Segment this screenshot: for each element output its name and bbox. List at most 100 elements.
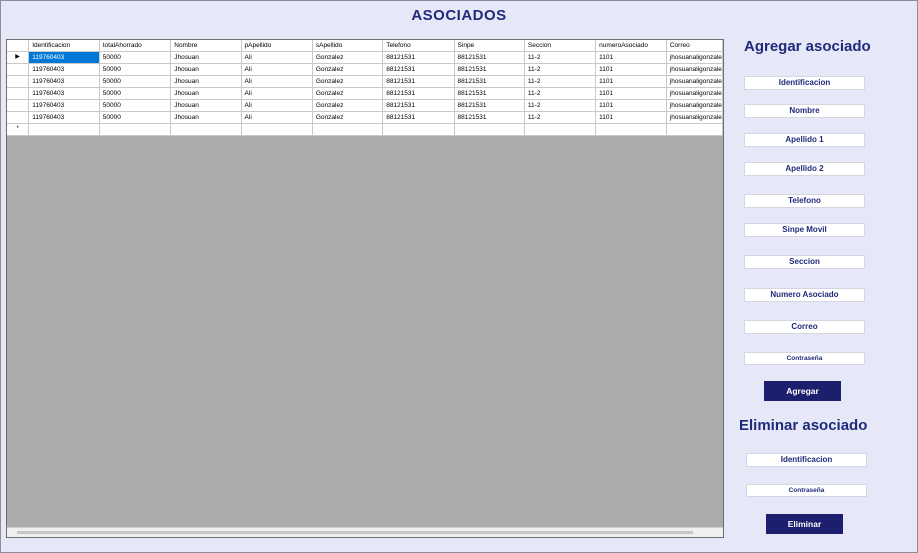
- correo-field[interactable]: Correo: [744, 320, 865, 334]
- contrasena-field[interactable]: Contraseña: [744, 352, 865, 365]
- table-cell[interactable]: [28, 123, 100, 136]
- table-cell[interactable]: [454, 123, 525, 136]
- table-cell[interactable]: Jhosuan: [170, 111, 242, 124]
- new-row-marker[interactable]: *: [7, 123, 30, 136]
- table-cell[interactable]: 88121531: [382, 111, 455, 124]
- column-header[interactable]: Identificacion: [28, 40, 100, 52]
- table-cell[interactable]: jhosuanaligonzale: [666, 75, 723, 88]
- table-cell[interactable]: 88121531: [454, 75, 525, 88]
- table-cell[interactable]: 119760403: [28, 99, 100, 112]
- column-header[interactable]: Sinpe: [454, 40, 525, 52]
- table-cell[interactable]: 50000: [99, 63, 172, 76]
- row-header[interactable]: [7, 63, 30, 76]
- table-row[interactable]: 119760403 50000 Jhosuan Ali Gonzalez 88121531…: [7, 63, 723, 76]
- table-cell[interactable]: Jhosuan: [170, 99, 242, 112]
- table-cell[interactable]: Jhosuan: [170, 87, 242, 100]
- table-cell[interactable]: Gonzalez: [312, 99, 384, 112]
- apellido2-field[interactable]: Apellido 2: [744, 162, 865, 176]
- table-cell[interactable]: Ali: [241, 63, 313, 76]
- telefono-field[interactable]: Telefono: [744, 194, 865, 208]
- row-header[interactable]: [7, 75, 30, 88]
- table-cell[interactable]: Jhosuan: [170, 75, 242, 88]
- column-header[interactable]: pApellido: [241, 40, 313, 52]
- identificacion-field[interactable]: Identificacion: [744, 76, 865, 90]
- table-cell[interactable]: Ali: [241, 99, 313, 112]
- table-cell[interactable]: 88121531: [454, 99, 525, 112]
- table-cell[interactable]: 11-2: [524, 99, 597, 112]
- table-cell[interactable]: 88121531: [382, 75, 455, 88]
- table-cell[interactable]: 11-2: [524, 75, 597, 88]
- table-cell[interactable]: jhosuanaligonzale: [666, 51, 723, 64]
- table-cell[interactable]: 1101: [595, 51, 667, 64]
- seccion-field[interactable]: Seccion: [744, 255, 865, 269]
- new-row[interactable]: *: [7, 123, 723, 136]
- table-cell[interactable]: Ali: [241, 75, 313, 88]
- table-cell[interactable]: Gonzalez: [312, 75, 384, 88]
- nombre-field[interactable]: Nombre: [744, 104, 865, 118]
- table-cell[interactable]: 88121531: [454, 111, 525, 124]
- table-row[interactable]: 119760403 50000 Jhosuan Ali Gonzalez 88121531…: [7, 87, 723, 100]
- column-header[interactable]: Telefono: [382, 40, 455, 52]
- column-header[interactable]: numeroAsociado: [595, 40, 667, 52]
- table-cell[interactable]: 119760403: [28, 63, 100, 76]
- row-header[interactable]: [7, 111, 30, 124]
- column-header[interactable]: Nombre: [170, 40, 242, 52]
- table-cell[interactable]: 88121531: [454, 51, 525, 64]
- column-header[interactable]: totalAhorrado: [99, 40, 172, 52]
- table-cell[interactable]: 11-2: [524, 87, 597, 100]
- table-cell[interactable]: 1101: [595, 99, 667, 112]
- table-cell[interactable]: 1101: [595, 63, 667, 76]
- table-cell[interactable]: Gonzalez: [312, 87, 384, 100]
- column-header[interactable]: Correo: [666, 40, 723, 52]
- table-cell[interactable]: Ali: [241, 111, 313, 124]
- numero-asociado-field[interactable]: Numero Asociado: [744, 288, 865, 302]
- table-cell[interactable]: 50000: [99, 99, 172, 112]
- table-cell[interactable]: 119760403: [28, 51, 100, 64]
- table-cell[interactable]: 50000: [99, 75, 172, 88]
- table-cell[interactable]: [99, 123, 172, 136]
- table-cell[interactable]: 88121531: [382, 87, 455, 100]
- column-header[interactable]: sApellido: [312, 40, 384, 52]
- table-cell[interactable]: [524, 123, 597, 136]
- associates-grid[interactable]: Identificacion totalAhorrado Nombre pApe…: [6, 39, 724, 538]
- table-cell[interactable]: 11-2: [524, 111, 597, 124]
- table-cell[interactable]: 50000: [99, 87, 172, 100]
- table-cell[interactable]: Jhosuan: [170, 51, 242, 64]
- table-cell[interactable]: [382, 123, 455, 136]
- table-cell[interactable]: 11-2: [524, 63, 597, 76]
- table-cell[interactable]: 1101: [595, 87, 667, 100]
- table-cell[interactable]: jhosuanaligonzale: [666, 111, 723, 124]
- table-cell[interactable]: [595, 123, 667, 136]
- eliminar-contrasena-field[interactable]: Contraseña: [746, 484, 867, 497]
- table-cell[interactable]: 88121531: [382, 51, 455, 64]
- table-cell[interactable]: [312, 123, 384, 136]
- table-cell[interactable]: 88121531: [454, 87, 525, 100]
- table-row[interactable]: ▶ 119760403 50000 Jhosuan Ali Gonzalez 8812153…: [7, 51, 723, 64]
- column-header[interactable]: Seccion: [524, 40, 597, 52]
- table-cell[interactable]: Gonzalez: [312, 51, 384, 64]
- table-cell[interactable]: Gonzalez: [312, 63, 384, 76]
- table-cell[interactable]: Jhosuan: [170, 63, 242, 76]
- eliminar-button[interactable]: Eliminar: [766, 514, 843, 534]
- table-cell[interactable]: 119760403: [28, 111, 100, 124]
- table-cell[interactable]: jhosuanaligonzale: [666, 87, 723, 100]
- table-cell[interactable]: 50000: [99, 51, 172, 64]
- table-cell[interactable]: jhosuanaligonzale: [666, 99, 723, 112]
- table-cell[interactable]: 88121531: [382, 99, 455, 112]
- table-cell[interactable]: 1101: [595, 111, 667, 124]
- eliminar-identificacion-field[interactable]: Identificacion: [746, 453, 867, 467]
- table-cell[interactable]: 1101: [595, 75, 667, 88]
- table-cell[interactable]: [170, 123, 242, 136]
- corner-cell[interactable]: [7, 40, 30, 52]
- table-cell[interactable]: 119760403: [28, 87, 100, 100]
- table-cell[interactable]: [241, 123, 313, 136]
- current-row-marker[interactable]: ▶: [7, 51, 30, 64]
- apellido1-field[interactable]: Apellido 1: [744, 133, 865, 147]
- row-header[interactable]: [7, 87, 30, 100]
- table-cell[interactable]: Ali: [241, 51, 313, 64]
- sinpe-movil-field[interactable]: Sinpe Movil: [744, 223, 865, 237]
- scrollbar-thumb[interactable]: [17, 531, 693, 534]
- table-cell[interactable]: 88121531: [382, 63, 455, 76]
- table-cell[interactable]: 50000: [99, 111, 172, 124]
- table-row[interactable]: 119760403 50000 Jhosuan Ali Gonzalez 88121531…: [7, 111, 723, 124]
